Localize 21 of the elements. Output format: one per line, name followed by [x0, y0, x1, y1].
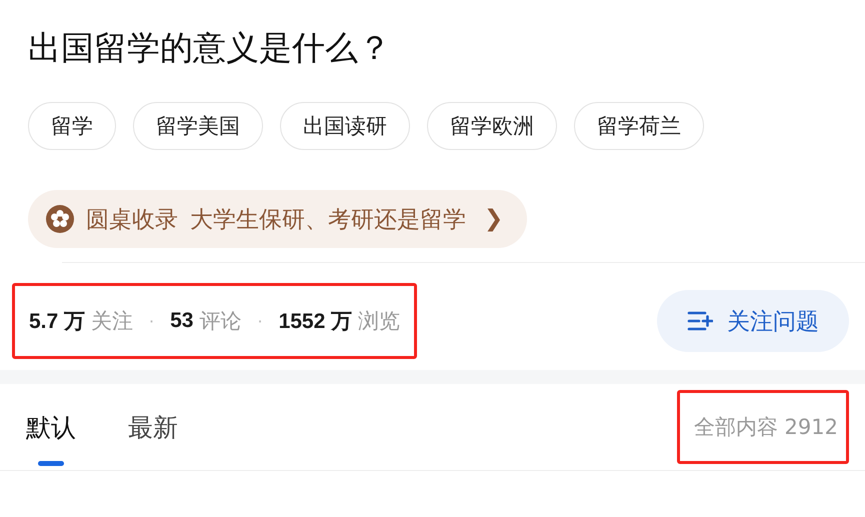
stat-label: 浏览	[358, 308, 400, 335]
stat-number: 5.7 万	[29, 309, 86, 335]
question-title: 出国留学的意义是什么？	[28, 27, 392, 69]
stat-number: 1552 万	[278, 309, 352, 335]
list-add-icon	[687, 310, 713, 332]
topic-tag[interactable]: 留学	[28, 102, 116, 150]
stat-number: 53	[170, 309, 194, 333]
topic-tag[interactable]: 留学欧洲	[427, 102, 557, 150]
separator-dot: ·	[149, 312, 154, 330]
topic-tag[interactable]: 留学荷兰	[574, 102, 704, 150]
topic-tag[interactable]: 出国读研	[280, 102, 410, 150]
roundtable-link[interactable]: 圆桌收录 大学生保研、考研还是留学 ❯	[28, 190, 528, 248]
follow-question-button[interactable]: 关注问题	[657, 290, 849, 352]
sort-tab[interactable]: 默认	[26, 384, 76, 470]
separator-dot: ·	[257, 312, 263, 330]
stat-label: 关注	[91, 308, 134, 335]
sort-tab[interactable]: 最新	[128, 384, 178, 470]
flower-icon	[46, 205, 74, 233]
content-count: 全部内容 2912	[676, 390, 849, 464]
topic-tag[interactable]: 留学美国	[133, 102, 263, 150]
stat-label: 评论	[199, 308, 242, 335]
